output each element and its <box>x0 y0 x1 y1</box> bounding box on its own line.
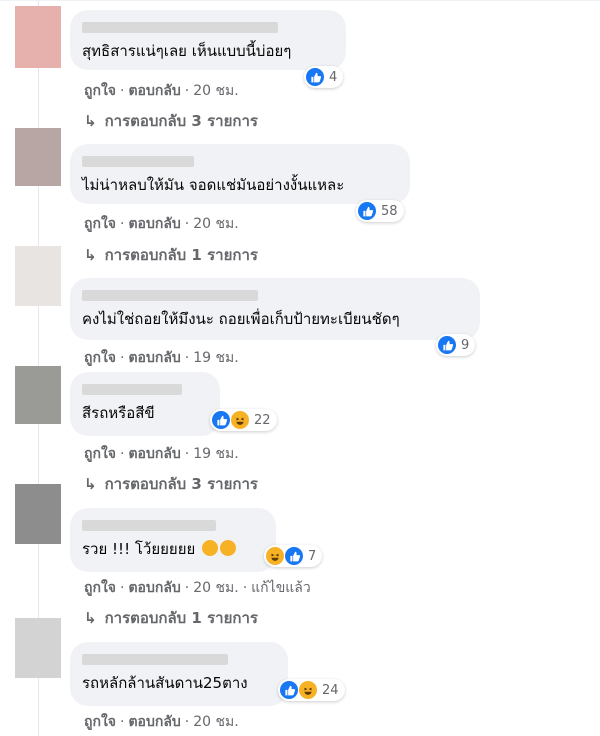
avatar[interactable] <box>15 246 61 306</box>
author-name-blurred[interactable] <box>82 654 228 665</box>
comment-actions: ถูกใจ · ตอบกลับ · 20 ชม. <box>84 80 239 102</box>
like-icon <box>438 336 456 354</box>
avatar[interactable] <box>15 618 61 678</box>
comment-text: คงไม่ใช่ถอยให้มึงนะ ถอยเพื่อเก็บป้ายทะเบ… <box>82 310 400 328</box>
comment-bubble: ไม่น่าหลบให้มัน จอดแช่มันอย่างงั้นแหละ <box>70 144 410 204</box>
like-button[interactable]: ถูกใจ <box>84 83 116 99</box>
like-icon <box>358 202 376 220</box>
reaction-count: 9 <box>461 337 470 353</box>
reaction-summary[interactable]: 9 <box>436 334 476 356</box>
comment-actions: ถูกใจ · ตอบกลับ · 19 ชม. <box>84 443 239 465</box>
reaction-count: 7 <box>308 548 317 564</box>
replies-label: การตอบกลับ 3 รายการ <box>104 475 258 493</box>
reaction-summary[interactable]: 4 <box>304 66 344 88</box>
comment-actions: ถูกใจ · ตอบกลับ · 19 ชม. <box>84 347 239 369</box>
separator: · <box>184 446 190 462</box>
comment-bubble: สีรถหรือสีขี <box>70 372 220 436</box>
haha-icon <box>266 547 284 565</box>
reply-arrow-icon: ↳ <box>84 475 97 493</box>
haha-icon <box>299 681 317 699</box>
like-icon <box>285 547 303 565</box>
timestamp[interactable]: 19 ชม. <box>193 446 238 462</box>
haha-icon <box>231 411 249 429</box>
replies-label: การตอบกลับ 1 รายการ <box>104 246 258 264</box>
comment-text: รวย !!! โว้ยยยยย <box>82 537 264 561</box>
like-icon <box>280 681 298 699</box>
comment-text-value: รวย !!! โว้ยยยยย <box>82 540 196 558</box>
comment-bubble: สุทธิสารแน่ๆเลย เห็นแบบนี้บ่อยๆ <box>70 10 346 70</box>
reply-button[interactable]: ตอบกลับ <box>128 216 180 232</box>
separator: · <box>184 83 190 99</box>
reaction-count: 4 <box>329 69 338 85</box>
timestamp[interactable]: 20 ชม. <box>193 216 238 232</box>
laughing-emoji-icon <box>220 540 237 556</box>
comment-actions: ถูกใจ · ตอบกลับ · 20 ชม. <box>84 711 239 733</box>
avatar[interactable] <box>15 484 61 544</box>
separator: · <box>120 350 125 366</box>
view-replies-link[interactable]: ↳ การตอบกลับ 1 รายการ <box>84 606 258 630</box>
reply-button[interactable]: ตอบกลับ <box>128 446 180 462</box>
timestamp[interactable]: 20 ชม. <box>193 714 238 730</box>
reaction-summary[interactable]: 24 <box>278 679 345 701</box>
comment-bubble: รถหลักล้านสันดาน25ตาง <box>70 642 288 706</box>
comment-text: สุทธิสารแน่ๆเลย เห็นแบบนี้บ่อยๆ <box>82 42 292 60</box>
separator: · <box>120 714 125 730</box>
separator: · <box>184 216 190 232</box>
separator: · <box>184 580 190 596</box>
view-replies-link[interactable]: ↳ การตอบกลับ 3 รายการ <box>84 472 258 496</box>
like-button[interactable]: ถูกใจ <box>84 446 116 462</box>
author-name-blurred[interactable] <box>82 22 278 33</box>
reaction-count: 22 <box>254 412 271 428</box>
comment-bubble: คงไม่ใช่ถอยให้มึงนะ ถอยเพื่อเก็บป้ายทะเบ… <box>70 278 480 340</box>
comment-actions: ถูกใจ · ตอบกลับ · 20 ชม. <box>84 213 239 235</box>
view-replies-link[interactable]: ↳ การตอบกลับ 3 รายการ <box>84 109 258 133</box>
replies-label: การตอบกลับ 3 รายการ <box>104 112 258 130</box>
reaction-summary[interactable]: 58 <box>356 200 404 222</box>
top-divider <box>0 0 600 1</box>
separator: · <box>120 216 125 232</box>
reaction-summary[interactable]: 7 <box>264 545 323 567</box>
author-name-blurred[interactable] <box>82 384 182 395</box>
like-icon <box>306 68 324 86</box>
replies-label: การตอบกลับ 1 รายการ <box>104 609 258 627</box>
timestamp[interactable]: 19 ชม. <box>193 350 238 366</box>
separator: · <box>184 350 190 366</box>
reply-button[interactable]: ตอบกลับ <box>128 714 180 730</box>
like-button[interactable]: ถูกใจ <box>84 350 116 366</box>
reply-button[interactable]: ตอบกลับ <box>128 350 180 366</box>
view-replies-link[interactable]: ↳ การตอบกลับ 1 รายการ <box>84 243 258 267</box>
reaction-summary[interactable]: 22 <box>210 409 277 431</box>
author-name-blurred[interactable] <box>82 156 194 167</box>
laughing-emoji-icon <box>202 540 219 556</box>
separator: · <box>120 83 125 99</box>
separator: · <box>120 580 125 596</box>
comment-text: ไม่น่าหลบให้มัน จอดแช่มันอย่างงั้นแหละ <box>82 176 345 194</box>
like-button[interactable]: ถูกใจ <box>84 580 116 596</box>
avatar[interactable] <box>15 128 61 186</box>
reaction-count: 24 <box>322 682 339 698</box>
comment-bubble: รวย !!! โว้ยยยยย <box>70 508 276 572</box>
comment-actions: ถูกใจ · ตอบกลับ · 20 ชม. · แก้ไขแล้ว <box>84 577 311 599</box>
comment-text: สีรถหรือสีขี <box>82 404 155 422</box>
reply-button[interactable]: ตอบกลับ <box>128 83 180 99</box>
edited-label[interactable]: แก้ไขแล้ว <box>251 580 311 596</box>
like-button[interactable]: ถูกใจ <box>84 714 116 730</box>
author-name-blurred[interactable] <box>82 290 258 301</box>
separator: · <box>242 580 248 596</box>
like-button[interactable]: ถูกใจ <box>84 216 116 232</box>
reply-arrow-icon: ↳ <box>84 609 97 627</box>
reply-arrow-icon: ↳ <box>84 112 97 130</box>
separator: · <box>120 446 125 462</box>
comment-text: รถหลักล้านสันดาน25ตาง <box>82 674 248 692</box>
separator: · <box>184 714 190 730</box>
like-icon <box>212 411 230 429</box>
timestamp[interactable]: 20 ชม. <box>193 580 238 596</box>
reply-button[interactable]: ตอบกลับ <box>128 580 180 596</box>
avatar[interactable] <box>15 366 61 424</box>
avatar[interactable] <box>15 6 61 68</box>
reaction-count: 58 <box>381 203 398 219</box>
author-name-blurred[interactable] <box>82 520 216 531</box>
timestamp[interactable]: 20 ชม. <box>193 83 238 99</box>
reply-arrow-icon: ↳ <box>84 246 97 264</box>
